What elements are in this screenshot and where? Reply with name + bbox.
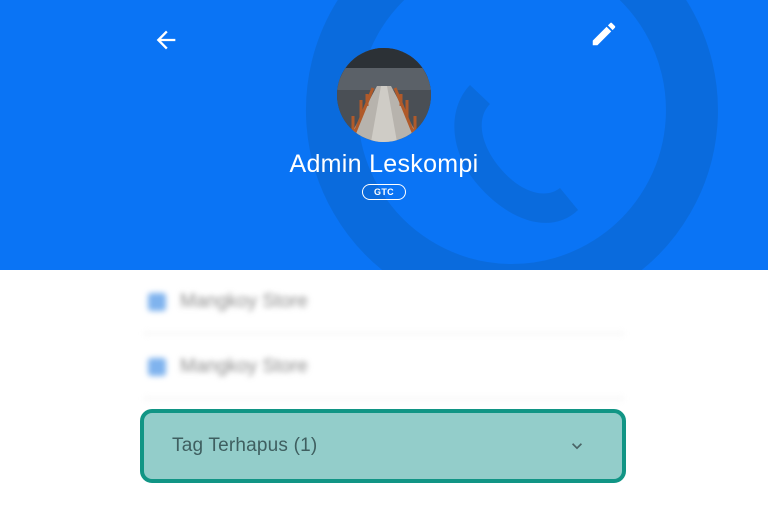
avatar[interactable] — [337, 48, 431, 142]
checkbox-icon[interactable] — [148, 292, 166, 311]
profile-name: Admin Leskompi — [289, 150, 479, 178]
profile-header: Admin Leskompi GTC — [0, 0, 768, 270]
arrow-left-icon — [156, 30, 176, 50]
chevron-down-icon — [566, 435, 588, 457]
tag-label: Mangkoy Store — [180, 290, 308, 312]
deleted-tags-toggle[interactable]: Tag Terhapus (1) — [140, 409, 626, 483]
boardwalk-photo — [337, 48, 431, 142]
tag-label: Mangkoy Store — [180, 355, 308, 377]
checkbox-icon[interactable] — [148, 357, 166, 376]
list-item[interactable]: Mangkoy Store — [144, 270, 624, 334]
deleted-tags-label: Tag Terhapus (1) — [172, 435, 318, 456]
pencil-icon — [592, 22, 616, 46]
back-button[interactable] — [148, 22, 184, 58]
list-item[interactable]: Mangkoy Store — [144, 335, 624, 399]
group-badge: GTC — [362, 184, 406, 200]
edit-profile-button[interactable] — [586, 16, 622, 52]
